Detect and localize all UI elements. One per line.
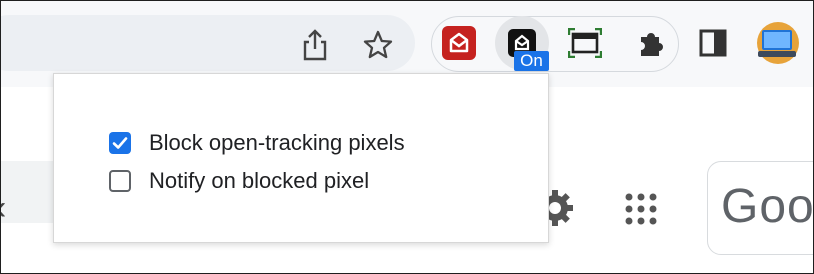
gmail-extension-icon[interactable] [437,21,481,65]
bookmark-star-icon[interactable] [360,27,396,63]
browser-window: On Goo Block open-tracking pixels Notify… [0,0,814,274]
apps-grid-icon[interactable] [621,189,661,229]
extension-on-badge: On [514,51,549,71]
notify-blocked-label: Notify on blocked pixel [149,168,370,193]
extensions-puzzle-icon[interactable] [629,21,673,65]
option-block-pixels[interactable]: Block open-tracking pixels [109,130,405,156]
address-bar[interactable] [1,15,415,71]
option-notify-blocked[interactable]: Notify on blocked pixel [109,168,369,194]
extension-popup: Block open-tracking pixels Notify on blo… [53,73,549,243]
screenshot-extension-icon[interactable] [563,21,607,65]
profile-avatar[interactable] [756,21,800,65]
block-pixels-checkbox[interactable] [109,132,131,154]
block-pixels-label: Block open-tracking pixels [149,130,405,155]
back-arrow-icon[interactable]: ‹ [1,189,6,228]
google-logo-text: Goo [721,180,814,233]
notify-blocked-checkbox[interactable] [109,170,131,192]
share-icon[interactable] [297,27,333,63]
side-panel-icon[interactable] [691,21,735,65]
